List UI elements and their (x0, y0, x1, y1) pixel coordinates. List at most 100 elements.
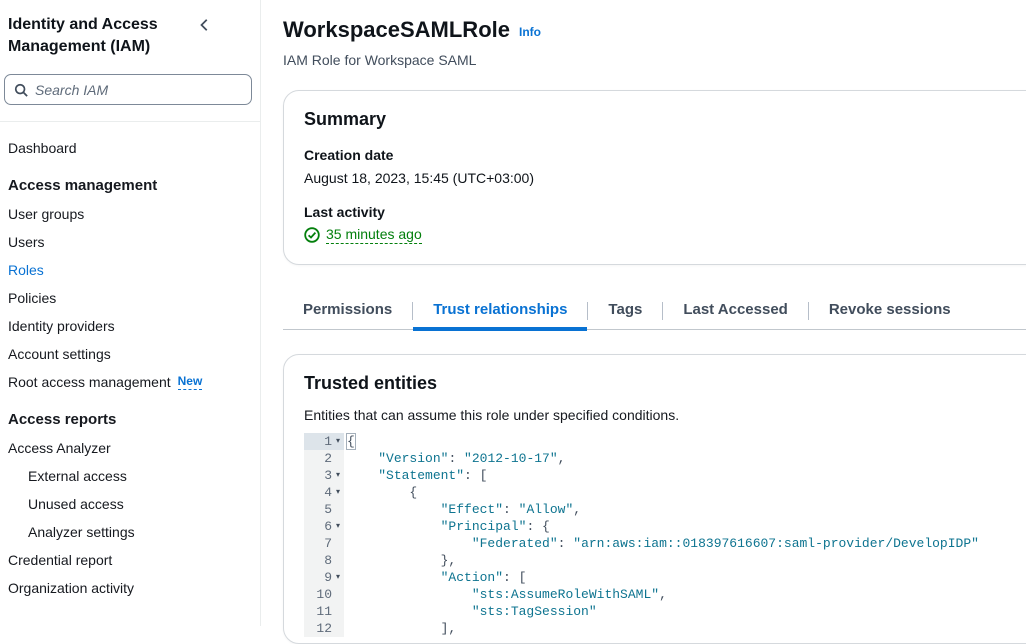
creation-date-label: Creation date (304, 146, 1026, 164)
sidebar-item-analyzer-settings[interactable]: Analyzer settings (0, 518, 260, 546)
code-text: "Statement": [ (344, 467, 487, 484)
code-line: 5 "Effect": "Allow", (304, 501, 1026, 518)
code-line: 3▾ "Statement": [ (304, 467, 1026, 484)
sidebar-item-roles[interactable]: Roles (0, 256, 260, 284)
sidebar-item-label: Unused access (28, 490, 124, 518)
code-line: 2 "Version": "2012-10-17", (304, 450, 1026, 467)
code-text: "sts:TagSession" (344, 603, 597, 620)
tab-revoke-sessions[interactable]: Revoke sessions (809, 293, 971, 330)
line-number[interactable]: 12 (304, 620, 344, 637)
sidebar-item-dashboard[interactable]: Dashboard (0, 134, 260, 162)
code-line: 1▾{ (304, 433, 1026, 450)
sidebar-item-identity-providers[interactable]: Identity providers (0, 312, 260, 340)
line-number[interactable]: 4▾ (304, 484, 344, 501)
code-text: "sts:AssumeRoleWithSAML", (344, 586, 667, 603)
sidebar-item-external-access[interactable]: External access (0, 462, 260, 490)
check-circle-icon (304, 227, 320, 243)
tabs: PermissionsTrust relationshipsTagsLast A… (283, 293, 1026, 330)
line-number[interactable]: 2 (304, 450, 344, 467)
sidebar-item-root-access-management[interactable]: Root access management New (0, 368, 260, 396)
line-number[interactable]: 3▾ (304, 467, 344, 484)
summary-heading: Summary (304, 107, 1026, 131)
sidebar-item-label: Dashboard (8, 134, 77, 162)
sidebar-item-label: Roles (8, 256, 44, 284)
fold-toggle-icon[interactable]: ▾ (332, 467, 344, 484)
sidebar-item-label: Access management (8, 172, 157, 200)
sidebar-item-access-reports: Access reports (0, 406, 260, 434)
sidebar-item-account-settings[interactable]: Account settings (0, 340, 260, 368)
sidebar-item-label: Policies (8, 284, 56, 312)
sidebar-item-credential-report[interactable]: Credential report (0, 546, 260, 574)
code-line: 10 "sts:AssumeRoleWithSAML", (304, 586, 1026, 603)
line-number[interactable]: 6▾ (304, 518, 344, 535)
code-line: 11 "sts:TagSession" (304, 603, 1026, 620)
sidebar-item-label: Credential report (8, 546, 112, 574)
code-line: 4▾ { (304, 484, 1026, 501)
sidebar-item-user-groups[interactable]: User groups (0, 200, 260, 228)
search-input[interactable] (35, 82, 242, 98)
tab-trust-relationships[interactable]: Trust relationships (413, 293, 587, 330)
trusted-entities-heading: Trusted entities (304, 371, 1026, 395)
code-text: "Version": "2012-10-17", (344, 450, 565, 467)
fold-toggle-icon[interactable]: ▾ (332, 569, 344, 586)
sidebar-item-label: Users (8, 228, 45, 256)
sidebar-item-policies[interactable]: Policies (0, 284, 260, 312)
sidebar-item-label: Root access management (8, 368, 171, 396)
sidebar: Identity and Access Management (IAM) Das… (0, 0, 261, 626)
sidebar-item-label: Analyzer settings (28, 518, 135, 546)
code-line: 6▾ "Principal": { (304, 518, 1026, 535)
sidebar-title: Identity and Access Management (IAM) (8, 14, 196, 58)
search-box[interactable] (4, 74, 252, 105)
last-activity-label: Last activity (304, 203, 1026, 221)
last-activity-value[interactable]: 35 minutes ago (326, 225, 422, 244)
matched-brace-highlight: { (346, 433, 356, 450)
chevron-left-icon (198, 18, 212, 32)
fold-toggle-icon[interactable]: ▾ (332, 518, 344, 535)
main-content: WorkspaceSAMLRole Info IAM Role for Work… (262, 0, 1026, 626)
fold-toggle-icon[interactable]: ▾ (332, 484, 344, 501)
summary-card: Summary Creation date August 18, 2023, 1… (283, 90, 1026, 265)
code-text: }, (344, 552, 456, 569)
code-line: 9▾ "Action": [ (304, 569, 1026, 586)
sidebar-item-access-management: Access management (0, 172, 260, 200)
sidebar-item-label: Identity providers (8, 312, 115, 340)
creation-date-field: Creation date August 18, 2023, 15:45 (UT… (304, 146, 1026, 188)
code-text: { (344, 433, 355, 450)
code-text: "Federated": "arn:aws:iam::018397616607:… (344, 535, 979, 552)
line-number[interactable]: 8 (304, 552, 344, 569)
sidebar-item-unused-access[interactable]: Unused access (0, 490, 260, 518)
policy-editor[interactable]: 1▾{2 "Version": "2012-10-17",3▾ "Stateme… (304, 433, 1026, 637)
code-text: "Action": [ (344, 569, 526, 586)
line-number[interactable]: 7 (304, 535, 344, 552)
creation-date-value: August 18, 2023, 15:45 (UTC+03:00) (304, 168, 1026, 188)
line-number[interactable]: 1▾ (304, 433, 344, 450)
page-header: WorkspaceSAMLRole Info (283, 16, 1026, 44)
line-number[interactable]: 5 (304, 501, 344, 518)
fold-toggle-icon[interactable]: ▾ (332, 433, 344, 450)
sidebar-collapse-button[interactable] (196, 14, 214, 39)
code-line: 8 }, (304, 552, 1026, 569)
sidebar-header: Identity and Access Management (IAM) (0, 0, 260, 58)
sidebar-item-label: Access Analyzer (8, 434, 111, 462)
code-text: "Effect": "Allow", (344, 501, 581, 518)
last-activity-field: Last activity 35 minutes ago (304, 203, 1026, 244)
sidebar-item-users[interactable]: Users (0, 228, 260, 256)
sidebar-item-access-analyzer[interactable]: Access Analyzer (0, 434, 260, 462)
new-badge: New (178, 374, 203, 390)
code-text: { (344, 484, 417, 501)
sidebar-item-organization-activity[interactable]: Organization activity (0, 574, 260, 602)
line-number[interactable]: 9▾ (304, 569, 344, 586)
iam-console-page: { "colors": { "accent_blue": "#0972d3", … (0, 0, 1026, 626)
code-line: 7 "Federated": "arn:aws:iam::01839761660… (304, 535, 1026, 552)
last-activity-row: 35 minutes ago (304, 225, 1026, 244)
sidebar-item-label: Account settings (8, 340, 111, 368)
tab-permissions[interactable]: Permissions (283, 293, 412, 330)
page-subtitle: IAM Role for Workspace SAML (283, 52, 1026, 68)
line-number[interactable]: 11 (304, 603, 344, 620)
trusted-entities-card: Trusted entities Entities that can assum… (283, 354, 1026, 644)
trusted-entities-description: Entities that can assume this role under… (304, 407, 1026, 423)
info-link[interactable]: Info (519, 25, 541, 39)
tab-tags[interactable]: Tags (588, 293, 662, 330)
tab-last-accessed[interactable]: Last Accessed (663, 293, 808, 330)
line-number[interactable]: 10 (304, 586, 344, 603)
